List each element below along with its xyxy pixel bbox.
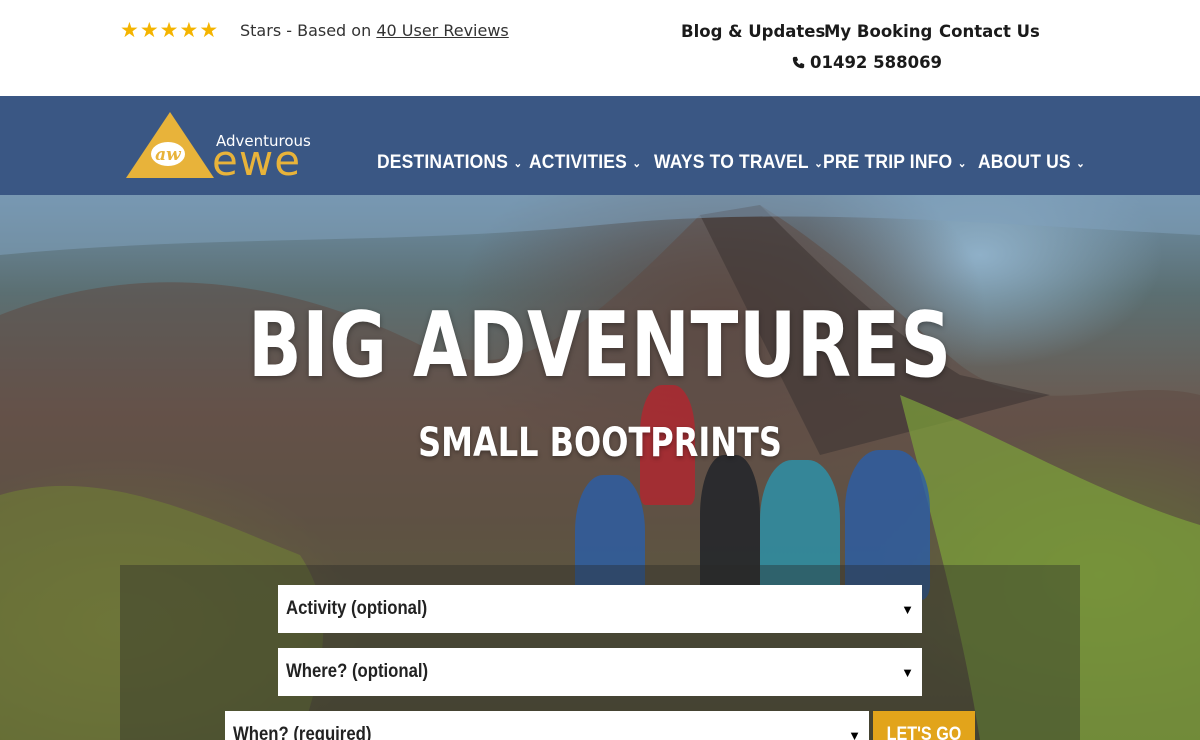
star-icon: ★ — [159, 19, 179, 42]
logo[interactable]: aw Adventurous ewe — [126, 110, 311, 185]
logo-triangle-icon: aw — [126, 112, 214, 178]
chevron-down-icon: ⌄ — [957, 157, 967, 170]
star-icon: ★ — [139, 19, 159, 42]
rating-stars: ★ ★ ★ ★ ★ — [120, 20, 218, 41]
top-bar: ★ ★ ★ ★ ★ Stars - Based on 40 User Revie… — [0, 0, 1200, 96]
chevron-down-icon: ▼ — [901, 601, 914, 617]
hero-subtitle: SMALL BOOTPRINTS — [418, 420, 782, 466]
where-select[interactable]: Where? (optional) ▼ — [278, 648, 922, 696]
contact-link[interactable]: Contact Us — [939, 22, 1040, 41]
blog-link[interactable]: Blog & Updates — [681, 22, 825, 41]
chevron-down-icon: ⌄ — [632, 157, 642, 170]
chevron-down-icon: ⌄ — [814, 157, 823, 170]
star-icon: ★ — [199, 19, 219, 42]
when-select-value: When? (required) — [233, 724, 372, 740]
reviews-prefix: Stars - Based on — [240, 21, 372, 40]
phone-link[interactable]: 01492 588069 — [792, 53, 942, 72]
phone-icon — [792, 56, 805, 69]
nav-ways-to-travel[interactable]: WAYS TO TRAVEL ⌄ — [654, 152, 823, 174]
chevron-down-icon: ▼ — [848, 727, 861, 740]
phone-number: 01492 588069 — [810, 53, 943, 72]
activity-select[interactable]: Activity (optional) ▼ — [278, 585, 922, 633]
when-select[interactable]: When? (required) ▼ — [225, 711, 869, 740]
nav-destinations[interactable]: DESTINATIONS ⌄ — [377, 152, 522, 174]
main-nav-bar: aw Adventurous ewe DESTINATIONS ⌄ ACTIVI… — [0, 96, 1200, 195]
reviews-text: Stars - Based on 40 User Reviews — [240, 21, 509, 40]
chevron-down-icon: ▼ — [901, 664, 914, 680]
reviews-link[interactable]: 40 User Reviews — [376, 21, 508, 40]
my-booking-link[interactable]: My Booking — [824, 22, 932, 41]
nav-activities[interactable]: ACTIVITIES ⌄ — [529, 152, 641, 174]
chevron-down-icon: ⌄ — [1076, 157, 1085, 170]
star-icon: ★ — [179, 19, 199, 42]
nav-pre-trip-info[interactable]: PRE TRIP INFO ⌄ — [823, 152, 966, 174]
activity-select-value: Activity (optional) — [286, 598, 428, 619]
nav-ways-label: WAYS TO TRAVEL — [654, 152, 809, 173]
svg-text:aw: aw — [155, 145, 182, 165]
nav-about-us[interactable]: ABOUT US ⌄ — [978, 152, 1085, 174]
nav-pretrip-label: PRE TRIP INFO — [823, 152, 953, 173]
nav-activities-label: ACTIVITIES — [529, 152, 627, 173]
hero-title: BIG ADVENTURES — [248, 293, 952, 398]
lets-go-label: LET'S GO — [886, 724, 962, 740]
nav-destinations-label: DESTINATIONS — [377, 152, 509, 173]
nav-about-label: ABOUT US — [978, 152, 1071, 173]
star-icon: ★ — [120, 19, 139, 42]
where-select-value: Where? (optional) — [286, 661, 429, 682]
lets-go-button[interactable]: LET'S GO — [873, 711, 975, 740]
logo-text-big: ewe — [212, 136, 302, 185]
chevron-down-icon: ⌄ — [513, 157, 523, 170]
